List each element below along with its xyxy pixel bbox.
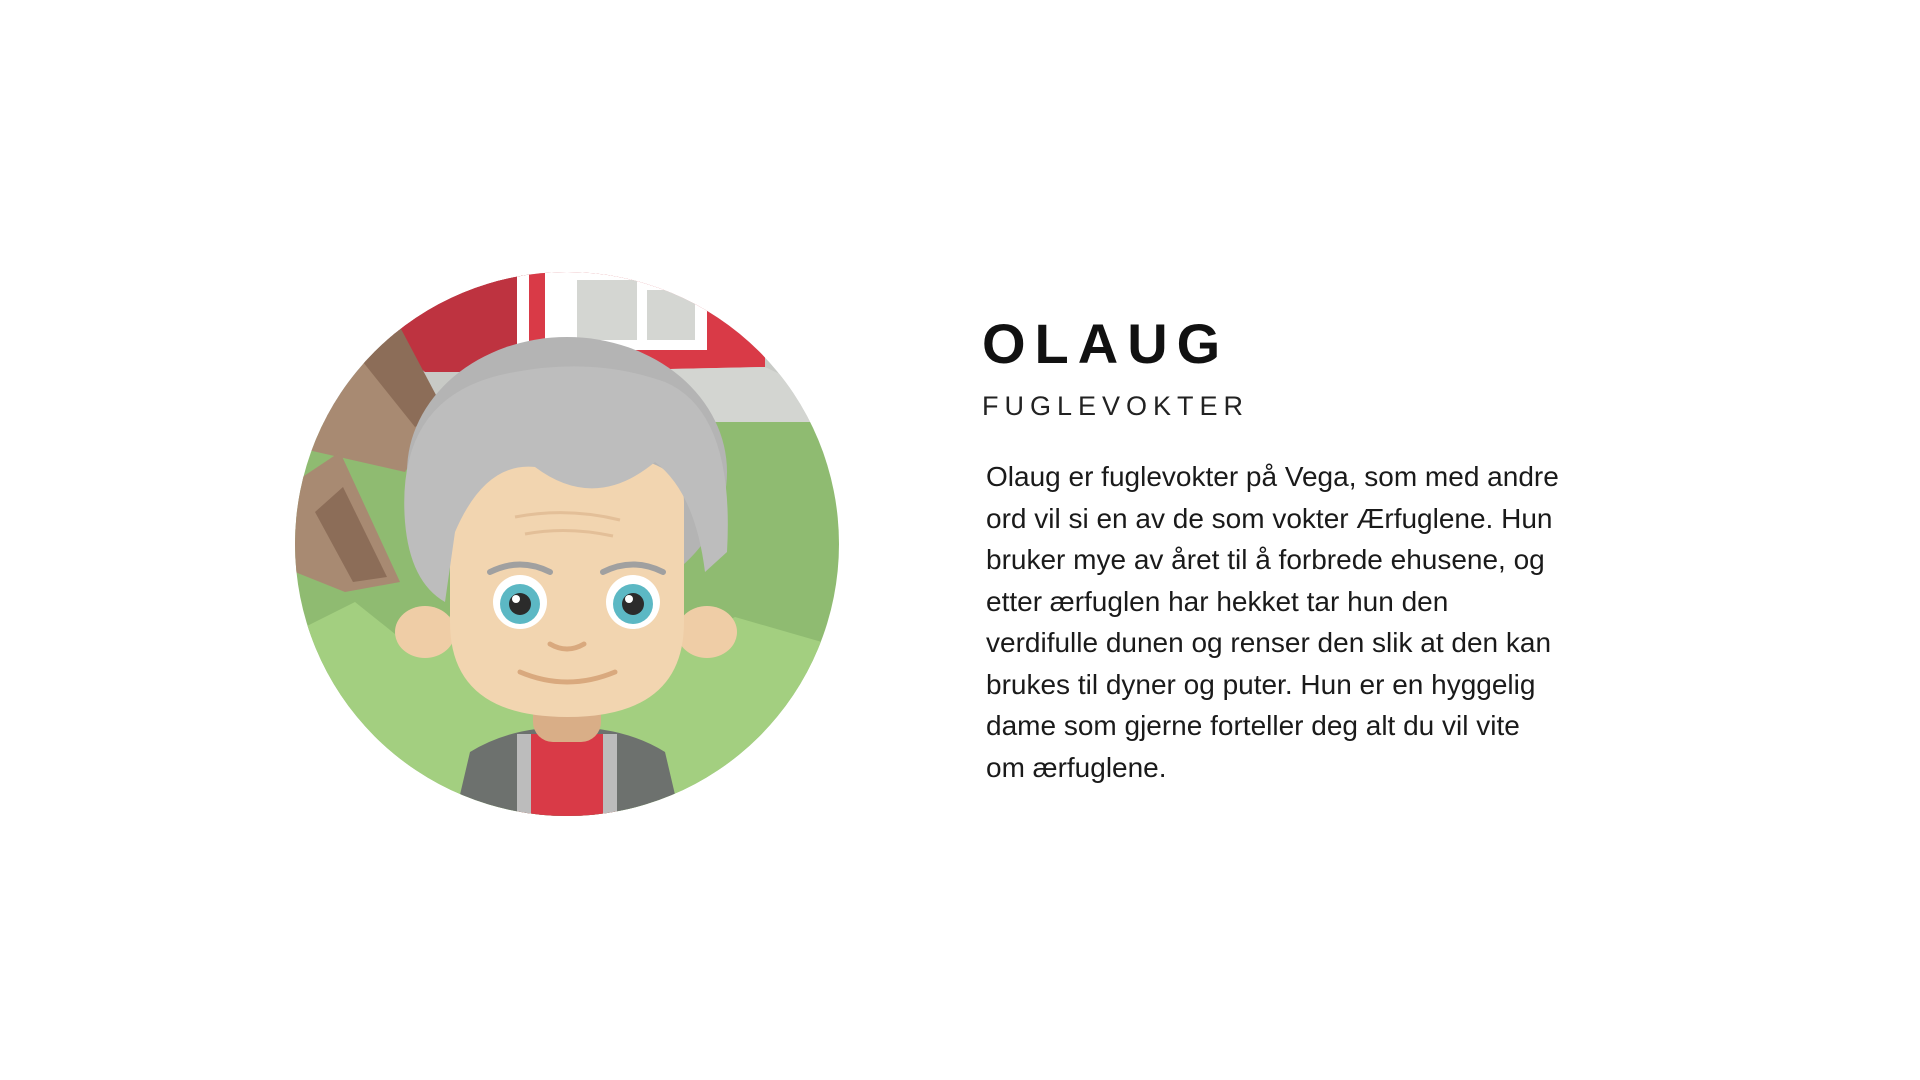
eye-highlight-left bbox=[512, 595, 520, 603]
character-portrait bbox=[295, 272, 839, 816]
page: OLAUG FUGLEVOKTER Olaug er fuglevokter p… bbox=[0, 0, 1920, 1080]
red-shirt bbox=[517, 734, 617, 816]
eye-pupil-right bbox=[622, 593, 644, 615]
barn-window-pane-2 bbox=[647, 290, 695, 340]
suspender-left bbox=[517, 734, 531, 816]
ear-right bbox=[677, 606, 737, 658]
character-name: OLAUG bbox=[982, 312, 1230, 375]
suspender-right bbox=[603, 734, 617, 816]
eye-highlight-right bbox=[625, 595, 633, 603]
olaug-illustration bbox=[295, 272, 839, 816]
character-info: OLAUG FUGLEVOKTER Olaug er fuglevokter p… bbox=[982, 312, 1582, 788]
barn-window-pane-1 bbox=[577, 280, 637, 340]
character-description: Olaug er fuglevokter på Vega, som med an… bbox=[986, 461, 1559, 783]
character-role: FUGLEVOKTER bbox=[982, 391, 1250, 421]
eye-pupil-left bbox=[509, 593, 531, 615]
ear-left bbox=[395, 606, 455, 658]
